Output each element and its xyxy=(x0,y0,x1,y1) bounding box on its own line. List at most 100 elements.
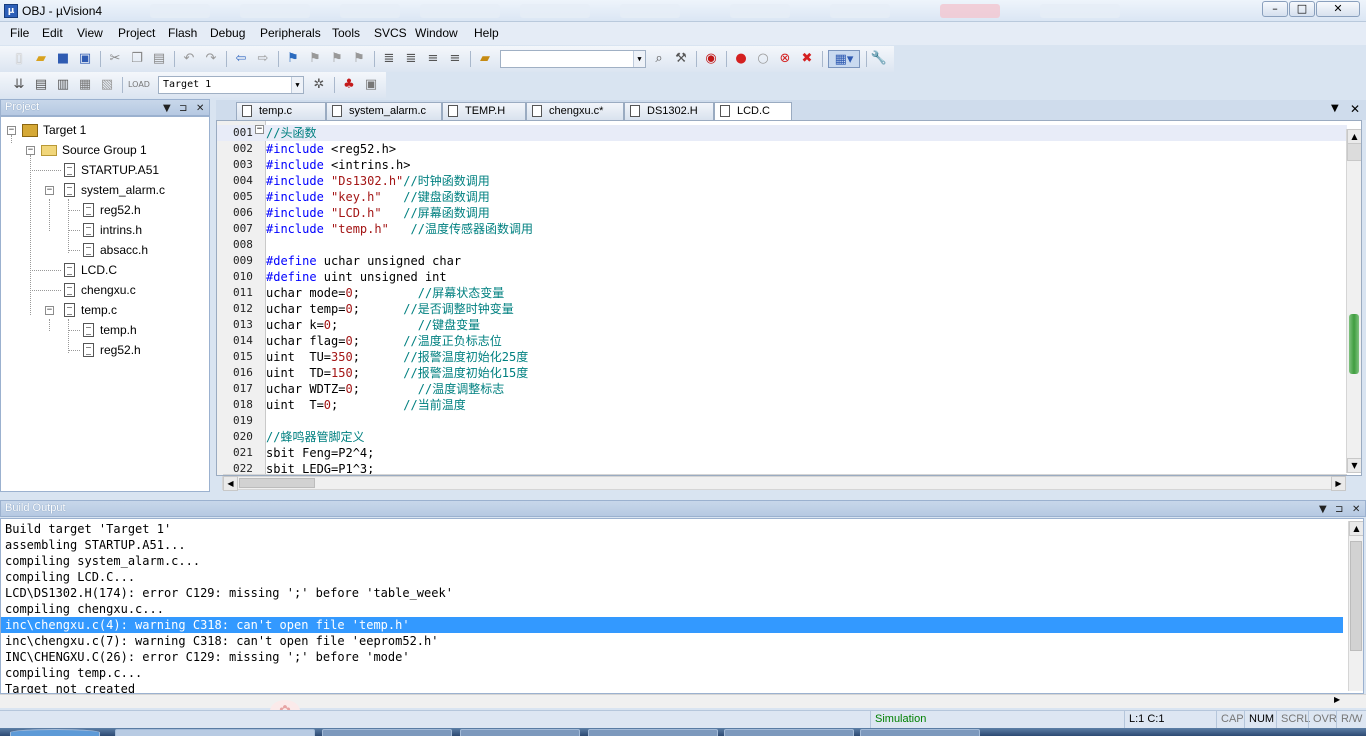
editor-vertical-scrollbar[interactable]: ▲ ▼ xyxy=(1346,129,1361,473)
scroll-right-icon[interactable]: ▶ xyxy=(1334,695,1340,704)
code-editor[interactable]: 001//头函数 002 #include <reg52.h> 003 #include… xyxy=(216,120,1362,476)
find-icon[interactable]: ⌕ xyxy=(650,50,668,68)
navigate-back-icon[interactable]: ⇦ xyxy=(232,50,250,68)
chevron-down-icon[interactable]: ▼ xyxy=(633,51,645,67)
code-line[interactable]: 009 #define uchar unsigned char xyxy=(217,253,1347,269)
cut-icon[interactable]: ✂ xyxy=(106,50,124,68)
output-line[interactable]: assembling STARTUP.A51... xyxy=(5,537,1347,553)
menu-svcs[interactable]: SVCS xyxy=(374,26,407,40)
taskbar-button[interactable] xyxy=(322,729,452,736)
paste-icon[interactable]: ▤ xyxy=(150,50,168,68)
code-line[interactable]: 015 uint TU=350; //报警温度初始化25度 xyxy=(217,349,1347,365)
code-line[interactable]: 006 #include "LCD.h" //屏幕函数调用 xyxy=(217,205,1347,221)
menu-help[interactable]: Help xyxy=(474,26,499,40)
code-line[interactable]: 005 #include "key.h" //键盘函数调用 xyxy=(217,189,1347,205)
incremental-find-icon[interactable]: ⚒ xyxy=(672,50,690,68)
debug-session-icon[interactable]: ◉ xyxy=(702,50,720,68)
taskbar-button[interactable] xyxy=(860,729,980,736)
enable-breakpoint-icon[interactable]: ○ xyxy=(754,50,772,68)
next-bookmark-icon[interactable]: ⚑ xyxy=(328,50,346,68)
tab-temp-c[interactable]: temp.c xyxy=(236,102,326,120)
taskbar-button[interactable] xyxy=(115,729,315,736)
bookmark-icon[interactable]: ⚑ xyxy=(284,50,302,68)
taskbar-button[interactable] xyxy=(460,729,580,736)
scroll-down-icon[interactable]: ▼ xyxy=(1347,458,1361,473)
code-line[interactable]: 001//头函数 xyxy=(217,125,1347,141)
target-select[interactable]: Target 1 ▼ xyxy=(158,76,304,94)
pin-icon[interactable]: ⊐ xyxy=(179,101,187,116)
menu-tools[interactable]: Tools xyxy=(332,26,360,40)
scroll-up-icon[interactable]: ▲ xyxy=(1347,129,1361,144)
code-line[interactable]: 020 //蜂鸣器管脚定义 xyxy=(217,429,1347,445)
menu-view[interactable]: View xyxy=(77,26,103,40)
scroll-thumb[interactable] xyxy=(1347,143,1361,161)
close-button[interactable]: ✕ xyxy=(1316,1,1360,17)
collapse-icon[interactable]: − xyxy=(7,126,16,135)
scroll-thumb[interactable] xyxy=(239,478,315,488)
clear-bookmarks-icon[interactable]: ⚑ xyxy=(350,50,368,68)
tab-chengxu-c[interactable]: chengxu.c* xyxy=(526,102,624,120)
code-line[interactable]: 021 sbit Feng=P2^4; xyxy=(217,445,1347,461)
minimize-button[interactable]: – xyxy=(1262,1,1288,17)
output-line[interactable]: INC\CHENGXU.C(26): error C129: missing '… xyxy=(5,649,1347,665)
translate-icon[interactable]: ⇊ xyxy=(10,76,28,94)
indent-icon[interactable]: ≣ xyxy=(380,50,398,68)
code-line[interactable]: 012 uchar temp=0; //是否调整时钟变量 xyxy=(217,301,1347,317)
output-line[interactable]: Build target 'Target 1' xyxy=(5,521,1347,537)
select-packs-icon[interactable]: ▣ xyxy=(362,76,380,94)
editor-horizontal-scrollbar[interactable]: ◀ ▶ xyxy=(222,476,1346,491)
fold-icon[interactable]: − xyxy=(255,125,264,134)
output-line[interactable]: compiling chengxu.c... xyxy=(5,601,1347,617)
menu-debug[interactable]: Debug xyxy=(210,26,245,40)
output-vertical-scrollbar[interactable]: ▲ xyxy=(1348,521,1363,691)
code-line[interactable]: 014 uchar flag=0; //温度正负标志位 xyxy=(217,333,1347,349)
taskbar-button[interactable] xyxy=(724,729,854,736)
close-icon[interactable]: ✕ xyxy=(1350,102,1360,116)
configure-icon[interactable]: 🔧 xyxy=(870,50,888,68)
code-line[interactable]: 017 uchar WDTZ=0; //温度调整标志 xyxy=(217,381,1347,397)
undo-icon[interactable]: ↶ xyxy=(180,50,198,68)
output-line[interactable]: compiling LCD.C... xyxy=(5,569,1347,585)
uncomment-icon[interactable]: ≡ xyxy=(446,50,464,68)
start-button[interactable] xyxy=(10,729,100,736)
build-output-panel[interactable]: Build target 'Target 1' assembling STARTU… xyxy=(0,518,1364,694)
target-options-icon[interactable]: ✲ xyxy=(310,76,328,94)
collapse-icon[interactable]: − xyxy=(26,146,35,155)
output-line[interactable]: LCD\DS1302.H(174): error C129: missing '… xyxy=(5,585,1347,601)
chevron-down-icon[interactable]: ▼ xyxy=(1319,502,1327,517)
window-layout-icon[interactable]: ▦▾ xyxy=(828,50,860,68)
rebuild-icon[interactable]: ▥ xyxy=(54,76,72,94)
code-line[interactable]: 007 #include "temp.h" //温度传感器函数调用 xyxy=(217,221,1347,237)
save-all-icon[interactable]: ▣ xyxy=(76,50,94,68)
close-icon[interactable]: ✕ xyxy=(1352,502,1360,517)
scroll-thumb[interactable] xyxy=(1349,314,1359,374)
code-line[interactable]: 002 #include <reg52.h> xyxy=(217,141,1347,157)
code-line[interactable]: 016 uint TD=150; //报警温度初始化15度 xyxy=(217,365,1347,381)
chevron-down-icon[interactable]: ▼ xyxy=(163,101,171,116)
collapse-icon[interactable]: − xyxy=(45,306,54,315)
open-folder-icon[interactable]: ▰ xyxy=(32,50,50,68)
code-line[interactable]: 018 uint T=0; //当前温度 xyxy=(217,397,1347,413)
manage-components-icon[interactable]: ♣ xyxy=(340,76,358,94)
menu-file[interactable]: File xyxy=(10,26,29,40)
code-line[interactable]: 013 uchar k=0; //键盘变量 xyxy=(217,317,1347,333)
output-horizontal-scrollbar[interactable]: ▶ xyxy=(0,694,1366,708)
taskbar-button[interactable] xyxy=(588,729,718,736)
download-icon[interactable]: LOAD xyxy=(128,76,150,94)
menu-flash[interactable]: Flash xyxy=(168,26,197,40)
code-line[interactable]: 008 xyxy=(217,237,1347,253)
tab-ds1302-h[interactable]: DS1302.H xyxy=(624,102,714,120)
scroll-thumb[interactable] xyxy=(1350,541,1362,651)
save-icon[interactable]: ■ xyxy=(54,50,72,68)
menu-peripherals[interactable]: Peripherals xyxy=(260,26,321,40)
code-line[interactable]: 004 #include "Ds1302.h"//时钟函数调用 xyxy=(217,173,1347,189)
navigate-forward-icon[interactable]: ⇨ xyxy=(254,50,272,68)
code-line[interactable]: 011 uchar mode=0; //屏幕状态变量 xyxy=(217,285,1347,301)
chevron-down-icon[interactable]: ▼ xyxy=(291,77,303,93)
batch-build-icon[interactable]: ▦ xyxy=(76,76,94,94)
copy-icon[interactable]: ❐ xyxy=(128,50,146,68)
build-icon[interactable]: ▤ xyxy=(32,76,50,94)
tab-lcd-c[interactable]: LCD.C xyxy=(714,102,792,121)
chevron-down-icon[interactable]: ▼ xyxy=(1331,103,1339,114)
close-icon[interactable]: ✕ xyxy=(196,101,204,116)
